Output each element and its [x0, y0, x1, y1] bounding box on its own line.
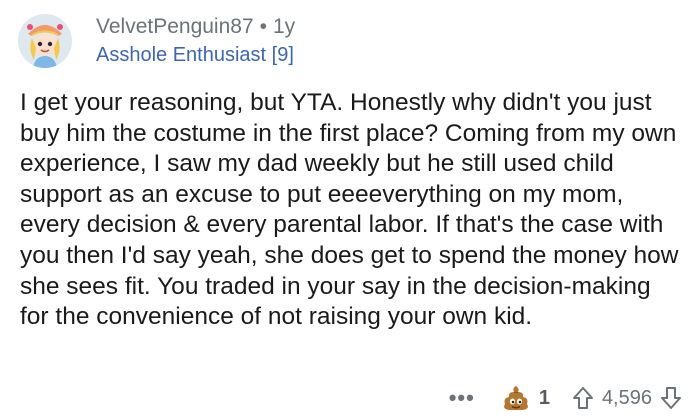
award-badge[interactable]: 1	[501, 383, 550, 413]
avatar-icon	[18, 14, 72, 68]
avatar[interactable]	[18, 14, 72, 68]
meta-line: VelvetPenguin87 • 1y	[96, 14, 295, 40]
comment-actions: ••• 1 4,596	[449, 380, 682, 416]
meta-separator: •	[259, 15, 267, 38]
vote-controls: 4,596	[572, 386, 682, 410]
username-link[interactable]: VelvetPenguin87	[96, 15, 254, 38]
comment: VelvetPenguin87 • 1y Asshole Enthusiast [9…	[0, 0, 700, 420]
downvote-arrow-icon[interactable]	[660, 386, 682, 410]
more-options-button[interactable]: •••	[449, 387, 475, 409]
upvote-arrow-icon[interactable]	[572, 386, 594, 410]
comment-body: I get your reasoning, but YTA. Honestly …	[20, 88, 682, 333]
award-count: 1	[538, 386, 550, 409]
user-flair: Asshole Enthusiast [9]	[96, 44, 294, 66]
comment-text: I get your reasoning, but YTA. Honestly …	[20, 89, 679, 331]
comment-age: 1y	[273, 15, 296, 38]
poop-award-icon	[503, 386, 528, 410]
comment-header: VelvetPenguin87 • 1y Asshole Enthusiast [9…	[96, 14, 295, 68]
vote-score: 4,596	[601, 386, 652, 409]
